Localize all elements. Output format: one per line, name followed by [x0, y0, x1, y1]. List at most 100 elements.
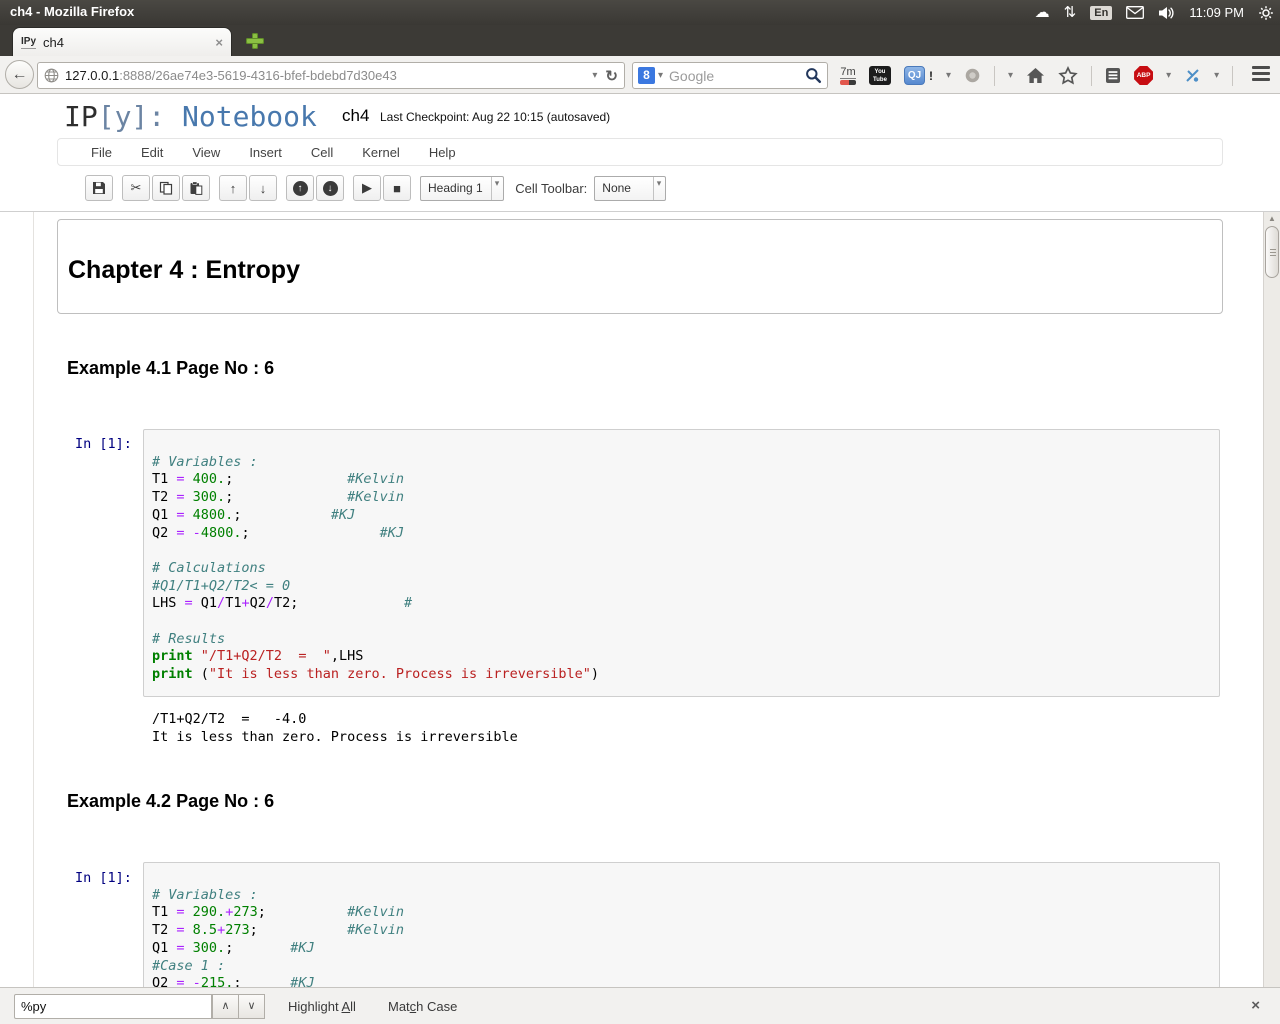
scrollbar-up-icon[interactable]: ▲	[1264, 214, 1280, 223]
example2-heading[interactable]: Example 4.2 Page No : 6	[67, 791, 274, 812]
run-cell-button[interactable]: ▶	[353, 175, 381, 201]
example2-input-prompt: In [1]:	[75, 870, 132, 886]
example1-code-input[interactable]: # Variables :T1 = 400.; #KelvinT2 = 300.…	[143, 429, 1220, 697]
notebook-menubar: File Edit View Insert Cell Kernel Help	[57, 138, 1223, 166]
select-caret-icon: ▾	[653, 177, 662, 200]
youtube-addon-icon[interactable]: YouTube	[869, 66, 891, 85]
cut-button[interactable]: ✂	[122, 175, 150, 201]
cloud-icon[interactable]: ☁	[1035, 5, 1050, 20]
screen: ch4 - Mozilla Firefox ☁ ⇅ En 11:09 PM IP…	[0, 0, 1280, 1024]
system-tray: ☁ ⇅ En 11:09 PM	[1035, 0, 1274, 25]
stop-icon: ■	[393, 181, 401, 196]
arrow-up-icon: ↑	[230, 181, 237, 196]
highlight-all-button[interactable]: Highlight All	[288, 999, 356, 1014]
7m-addon-icon[interactable]: 7m	[840, 66, 856, 85]
tab-strip: IPy ch4 ×	[0, 25, 1280, 56]
paste-button[interactable]	[182, 175, 210, 201]
bookmarks-menu-icon[interactable]	[1105, 67, 1121, 84]
reload-icon[interactable]: ↻	[605, 67, 618, 85]
insert-cell-above-button[interactable]: ↑	[286, 175, 314, 201]
url-text[interactable]: 127.0.0.1:8888/26ae74e3-5619-4316-bfef-b…	[65, 68, 592, 83]
menu-file[interactable]: File	[91, 145, 112, 160]
url-host: 127.0.0.1	[65, 68, 119, 83]
network-arrows-icon[interactable]: ⇅	[1064, 5, 1077, 20]
separator	[1091, 66, 1092, 86]
tab-title: ch4	[43, 35, 215, 50]
search-engine-dropdown-icon[interactable]: ▾	[658, 71, 663, 81]
new-tab-button[interactable]	[246, 33, 264, 49]
notebook-toolbar: ✂ ↑ ↓ ↑ ↓ ▶ ■ Heading 1▾ Cell Toolbar: N…	[85, 175, 668, 201]
ubuntu-panel: ch4 - Mozilla Firefox ☁ ⇅ En 11:09 PM	[0, 0, 1280, 25]
menu-cell[interactable]: Cell	[311, 145, 333, 160]
arrow-down-icon: ↓	[260, 181, 267, 196]
window-title: ch4 - Mozilla Firefox	[10, 4, 134, 19]
save-button[interactable]	[85, 175, 113, 201]
cut-icon: ✂	[131, 180, 142, 196]
home-icon[interactable]	[1026, 67, 1045, 84]
qj-addon-icon[interactable]: QJ	[904, 66, 925, 85]
copy-button[interactable]	[152, 175, 180, 201]
move-cell-up-button[interactable]: ↑	[219, 175, 247, 201]
url-bar[interactable]: 127.0.0.1:8888/26ae74e3-5619-4316-bfef-b…	[37, 62, 625, 89]
bookmark-star-icon[interactable]	[1058, 66, 1078, 85]
url-dropdown-icon[interactable]: ▾	[592, 71, 597, 81]
heading-cell[interactable]: Chapter 4 : Entropy	[57, 219, 1223, 314]
move-cell-down-button[interactable]: ↓	[249, 175, 277, 201]
checkpoint-status: Last Checkpoint: Aug 22 10:15 (autosaved…	[380, 110, 610, 124]
adblock-plus-icon[interactable]: ABP	[1134, 66, 1153, 85]
keyboard-layout-indicator[interactable]: En	[1090, 6, 1112, 20]
extension-dropdown-icon[interactable]: ▾	[1008, 71, 1013, 81]
find-input[interactable]	[14, 994, 212, 1019]
qj-badge: !	[929, 69, 933, 83]
extension2-dropdown-icon[interactable]: ▾	[1214, 71, 1219, 81]
find-close-icon[interactable]: ×	[1251, 997, 1260, 1014]
cell-toolbar-select[interactable]: None▾	[594, 176, 666, 201]
back-button[interactable]: ←	[5, 60, 34, 89]
site-identity-globe-icon[interactable]	[44, 68, 59, 83]
menu-hamburger-icon[interactable]	[1252, 66, 1270, 84]
disabled-extension-icon[interactable]	[964, 67, 981, 84]
find-previous-button[interactable]: ∧	[212, 994, 239, 1019]
circle-up-icon: ↑	[293, 181, 308, 196]
clock[interactable]: 11:09 PM	[1189, 5, 1244, 20]
find-next-button[interactable]: ∨	[238, 994, 265, 1019]
menu-kernel[interactable]: Kernel	[362, 145, 400, 160]
browser-tab[interactable]: IPy ch4 ×	[12, 27, 232, 56]
qj-dropdown-icon[interactable]: ▾	[946, 71, 951, 81]
interrupt-kernel-button[interactable]: ■	[383, 175, 411, 201]
tab-close-icon[interactable]: ×	[215, 35, 223, 50]
menu-view[interactable]: View	[192, 145, 220, 160]
menu-edit[interactable]: Edit	[141, 145, 163, 160]
example1-input-prompt: In [1]:	[75, 436, 132, 452]
match-case-button[interactable]: Match Case	[388, 999, 457, 1014]
gear-icon[interactable]	[1258, 5, 1274, 21]
cell-type-select[interactable]: Heading 1▾	[420, 176, 504, 201]
notebook-header: IP[y]: Notebook ch4 Last Checkpoint: Aug…	[0, 94, 1280, 212]
container-edge	[33, 212, 34, 987]
find-bar: ∧ ∨ Highlight All Match Case ×	[0, 987, 1280, 1024]
cell-toolbar-label: Cell Toolbar:	[515, 181, 587, 196]
volume-icon[interactable]	[1158, 6, 1175, 20]
scrollbar-thumb[interactable]	[1265, 226, 1279, 278]
select-caret-icon: ▾	[491, 177, 500, 200]
play-icon: ▶	[362, 180, 372, 196]
chapter-heading: Chapter 4 : Entropy	[68, 256, 1222, 285]
search-engine-icon[interactable]: 8	[638, 67, 655, 84]
menu-help[interactable]: Help	[429, 145, 456, 160]
adblock-dropdown-icon[interactable]: ▾	[1166, 71, 1171, 81]
search-input[interactable]: Google	[669, 68, 805, 84]
page-scrollbar[interactable]: ▲	[1263, 212, 1280, 987]
example1-heading[interactable]: Example 4.1 Page No : 6	[67, 358, 274, 379]
search-bar[interactable]: 8 ▾ Google	[632, 62, 828, 89]
notebook-title[interactable]: ch4	[342, 106, 369, 126]
ipython-favicon: IPy	[21, 36, 36, 49]
mail-icon[interactable]	[1126, 6, 1144, 19]
ipython-logo[interactable]: IP[y]: Notebook	[64, 100, 317, 133]
notebook-content: Chapter 4 : Entropy Example 4.1 Page No …	[0, 212, 1280, 987]
addon-buttons: 7m YouTube QJ ! ▾ ▾ ABP ▾	[840, 62, 1233, 89]
search-magnifier-icon[interactable]	[805, 67, 822, 84]
insert-cell-below-button[interactable]: ↓	[316, 175, 344, 201]
example2-code-input[interactable]: # Variables :T1 = 290.+273; #KelvinT2 = …	[143, 862, 1220, 987]
extension2-icon[interactable]	[1184, 67, 1201, 84]
menu-insert[interactable]: Insert	[249, 145, 282, 160]
